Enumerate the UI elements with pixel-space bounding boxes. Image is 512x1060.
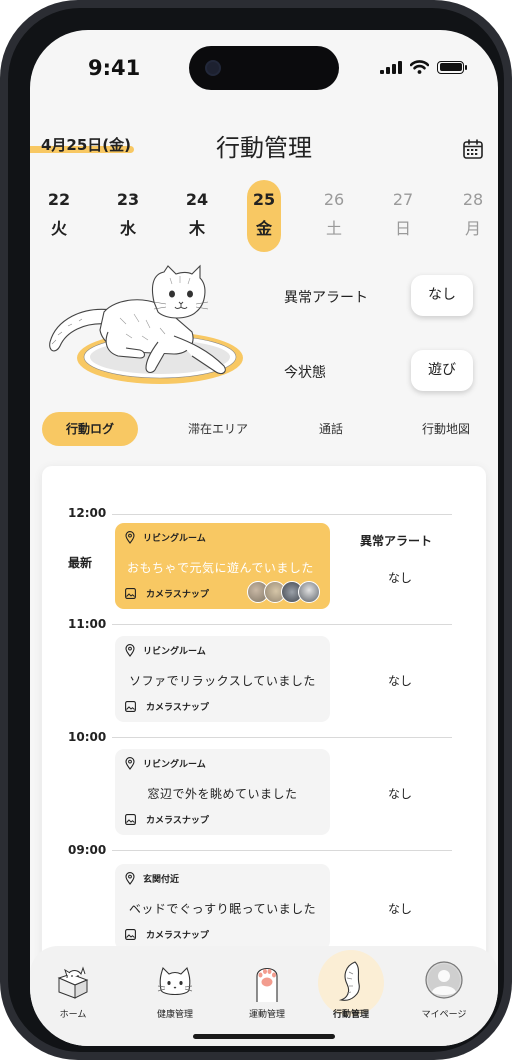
entry-description: おもちゃで元気に遊んでいました: [127, 561, 314, 575]
day-26[interactable]: 26 土: [317, 180, 351, 252]
day-24[interactable]: 24 木: [180, 180, 214, 252]
nav-exercise[interactable]: 運動管理: [227, 946, 307, 1046]
entry-description: 窓辺で外を眺めていました: [147, 787, 298, 801]
screen: 9:41 4月25日(金) 行動管理 22 火 23 水 24 木 25 金 2…: [30, 30, 498, 1046]
log-entry[interactable]: リビングルーム ソファでリラックスしていました カメラスナップ: [115, 636, 330, 722]
entry-alert-value: なし: [388, 902, 413, 916]
day-selector: 22 火 23 水 24 木 25 金 26 土 27 日 28 月: [40, 180, 488, 252]
time-divider: [112, 737, 452, 738]
phone-bezel: 9:41 4月25日(金) 行動管理 22 火 23 水 24 木 25 金 2…: [8, 8, 504, 1052]
nav-activity[interactable]: 行動管理: [311, 946, 391, 1046]
phone-frame: 9:41 4月25日(金) 行動管理 22 火 23 水 24 木 25 金 2…: [0, 0, 512, 1060]
entry-location: リビングルーム: [125, 757, 206, 770]
front-camera: [205, 60, 221, 76]
status-icons: [380, 60, 467, 74]
calendar-icon[interactable]: [462, 138, 484, 160]
location-pin-icon: [125, 531, 135, 544]
bottom-navigation: ホーム 健康管理 運動管理 行動管理 マイページ: [30, 946, 498, 1046]
camera-snap-link[interactable]: カメラスナップ: [125, 587, 209, 600]
paw-icon: [256, 967, 278, 1002]
day-23[interactable]: 23 水: [111, 180, 145, 252]
day-27[interactable]: 27 日: [386, 180, 420, 252]
log-entry[interactable]: 玄関付近 ベッドでぐっすり眠っていました カメラスナップ: [115, 864, 330, 950]
profile-icon: [425, 961, 463, 999]
location-pin-icon: [125, 872, 135, 885]
day-22[interactable]: 22 火: [42, 180, 76, 252]
current-state-button[interactable]: 遊び: [411, 350, 473, 391]
nav-health[interactable]: 健康管理: [135, 946, 215, 1046]
tab-stay-area[interactable]: 滞在エリア: [170, 412, 266, 446]
entry-description: ソファでリラックスしていました: [129, 674, 316, 688]
photo-icon: [125, 701, 136, 712]
alert-status-button[interactable]: なし: [411, 275, 473, 316]
tab-activity-map[interactable]: 行動地図: [406, 412, 486, 446]
photo-icon: [125, 814, 136, 825]
time-divider: [112, 514, 452, 515]
cat-tail-icon: [338, 961, 360, 1001]
home-indicator: [193, 1034, 335, 1039]
time-label: 09:00: [68, 843, 107, 857]
activity-log-card: 異常アラート 最新 12:00 リビングルーム おもちゃで元気に遊んでいました …: [42, 466, 486, 1026]
nav-mypage[interactable]: マイページ: [404, 946, 484, 1046]
home-box-cat-icon: [57, 966, 89, 999]
photo-icon: [125, 929, 136, 940]
log-entry[interactable]: リビングルーム おもちゃで元気に遊んでいました カメラスナップ: [115, 523, 330, 609]
current-state-row: 今状態 遊び: [284, 350, 474, 392]
nav-home[interactable]: ホーム: [33, 946, 113, 1046]
time-label: 11:00: [68, 617, 107, 631]
day-28[interactable]: 28 月: [456, 180, 490, 252]
entry-location: 玄関付近: [125, 872, 179, 885]
battery-icon: [437, 60, 467, 74]
cat-face-icon: [157, 966, 193, 996]
entry-alert-value: なし: [388, 571, 413, 585]
entry-description: ベッドでぐっすり眠っていました: [128, 902, 317, 916]
page-title: 行動管理: [216, 134, 312, 162]
latest-label: 最新: [68, 556, 93, 570]
snapshot-thumbnails[interactable]: [247, 581, 320, 603]
time-divider: [112, 624, 452, 625]
tab-activity-log[interactable]: 行動ログ: [42, 412, 138, 446]
time-label: 10:00: [68, 730, 107, 744]
camera-snap-link[interactable]: カメラスナップ: [125, 700, 209, 713]
snapshot-thumbnail[interactable]: [298, 581, 320, 603]
time-label: 12:00: [68, 506, 107, 520]
dynamic-island: [189, 46, 339, 90]
alert-status-label: 異常アラート: [284, 290, 368, 306]
day-25[interactable]: 25 金: [247, 180, 281, 252]
log-entry[interactable]: リビングルーム 窓辺で外を眺めていました カメラスナップ: [115, 749, 330, 835]
entry-location: リビングルーム: [125, 644, 206, 657]
status-time: 9:41: [88, 56, 141, 80]
current-state-label: 今状態: [284, 365, 326, 381]
time-divider: [112, 850, 452, 851]
wifi-icon: [410, 60, 429, 74]
cellular-signal-icon: [380, 60, 402, 74]
camera-snap-link[interactable]: カメラスナップ: [125, 928, 209, 941]
alert-status-row: 異常アラート なし: [284, 275, 474, 317]
location-pin-icon: [125, 757, 135, 770]
camera-snap-link[interactable]: カメラスナップ: [125, 813, 209, 826]
entry-location: リビングルーム: [125, 531, 206, 544]
tab-bar: 行動ログ 滞在エリア 通話 行動地図: [42, 412, 498, 446]
photo-icon: [125, 588, 136, 599]
alert-column-header: 異常アラート: [360, 534, 433, 548]
location-pin-icon: [125, 644, 135, 657]
entry-alert-value: なし: [388, 674, 413, 688]
cat-illustration: [49, 264, 243, 384]
entry-alert-value: なし: [388, 787, 413, 801]
tab-call[interactable]: 通話: [304, 412, 358, 446]
